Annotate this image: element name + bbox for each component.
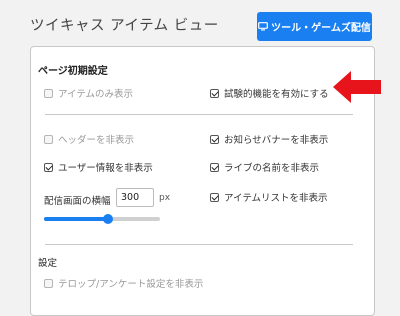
screen-width-slider[interactable] — [44, 214, 160, 224]
hide-live-name-checkbox[interactable] — [210, 162, 219, 172]
hide-user-info-option[interactable]: ユーザー情報を非表示 — [44, 160, 153, 174]
red-arrow-icon — [333, 71, 383, 107]
slider-fill — [44, 217, 108, 221]
screen-width-input[interactable] — [116, 188, 154, 207]
slider-thumb[interactable] — [102, 214, 113, 224]
monitor-icon — [258, 22, 269, 31]
hide-user-info-checkbox[interactable] — [44, 162, 53, 172]
hide-header-label: ヘッダーを非表示 — [58, 135, 135, 146]
experimental-label: 試験的機能を有効にする — [224, 89, 329, 100]
experimental-checkbox[interactable] — [210, 88, 219, 98]
hide-notice-banner-checkbox[interactable] — [210, 134, 219, 144]
screen-width-label: 配信画面の横幅 — [44, 196, 111, 207]
hide-item-list-checkbox[interactable] — [210, 192, 219, 202]
hide-header-option[interactable]: ヘッダーを非表示 — [44, 132, 134, 146]
hide-user-info-label: ユーザー情報を非表示 — [58, 163, 153, 174]
hide-telop-survey-checkbox[interactable] — [44, 278, 53, 288]
settings-heading: 設定 — [38, 258, 58, 269]
page-settings-heading: ページ初期設定 — [38, 66, 108, 77]
items-only-label: アイテムのみ表示 — [58, 89, 134, 100]
items-only-option[interactable]: アイテムのみ表示 — [44, 86, 133, 100]
hide-telop-survey-option[interactable]: テロップ/アンケート設定を非表示 — [44, 276, 203, 290]
hide-header-checkbox[interactable] — [44, 134, 53, 144]
screen-width-unit: px — [159, 193, 171, 203]
hide-notice-banner-label: お知らせバナーを非表示 — [224, 135, 329, 146]
hide-item-list-option[interactable]: アイテムリストを非表示 — [210, 190, 328, 204]
app-title: ツイキャス アイテム ビュー — [30, 18, 219, 34]
items-only-checkbox[interactable] — [44, 88, 53, 98]
hide-notice-banner-option[interactable]: お知らせバナーを非表示 — [210, 132, 328, 146]
divider — [45, 114, 353, 115]
divider — [45, 244, 353, 245]
tools-games-button[interactable]: ツール・ゲームズ配信 — [257, 12, 372, 41]
hide-live-name-label: ライブの名前を非表示 — [224, 163, 320, 174]
hide-live-name-option[interactable]: ライブの名前を非表示 — [210, 160, 319, 174]
experimental-option[interactable]: 試験的機能を有効にする — [210, 86, 329, 100]
tools-games-button-label: ツール・ゲームズ配信 — [271, 23, 371, 34]
hide-item-list-label: アイテムリストを非表示 — [224, 193, 328, 204]
hide-telop-survey-label: テロップ/アンケート設定を非表示 — [58, 279, 204, 290]
